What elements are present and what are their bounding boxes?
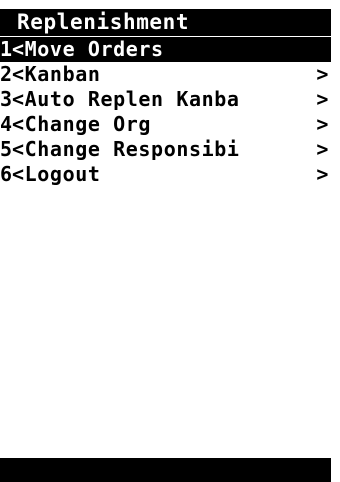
menu-item-label: <Logout [12,162,101,186]
menu-item-number: 5 [0,137,13,161]
menu-item-change-responsibility[interactable]: 5 <Change Responsibi > [0,137,331,162]
menu-item-label: <Kanban [12,62,101,86]
menu-item-number: 3 [0,87,13,111]
submenu-arrow-icon: > [316,62,329,86]
menu-item-move-orders[interactable]: 1 <Move Orders [0,37,331,62]
menu-item-label: <Auto Replen Kanba [12,87,240,111]
menu-item-number: 4 [0,112,13,136]
menu-item-label: <Change Responsibi [12,137,240,161]
replenishment-menu: 1 <Move Orders 2 <Kanban > 3 <Auto Reple… [0,37,331,187]
menu-item-change-org[interactable]: 4 <Change Org > [0,112,331,137]
menu-item-label: <Change Org [12,112,152,136]
status-bar [0,458,331,482]
menu-item-number: 1 [0,37,13,61]
submenu-arrow-icon: > [316,87,329,111]
menu-item-number: 6 [0,162,13,186]
submenu-arrow-icon: > [316,137,329,161]
terminal-screen: Replenishment 1 <Move Orders 2 <Kanban >… [0,0,340,482]
menu-item-number: 2 [0,62,13,86]
menu-item-auto-replen-kanban[interactable]: 3 <Auto Replen Kanba > [0,87,331,112]
menu-item-logout[interactable]: 6 <Logout > [0,162,331,187]
menu-item-kanban[interactable]: 2 <Kanban > [0,62,331,87]
menu-item-label: <Move Orders [12,37,164,61]
page-title: Replenishment [17,10,190,34]
title-bar: Replenishment [0,9,331,36]
submenu-arrow-icon: > [316,162,329,186]
submenu-arrow-icon: > [316,112,329,136]
